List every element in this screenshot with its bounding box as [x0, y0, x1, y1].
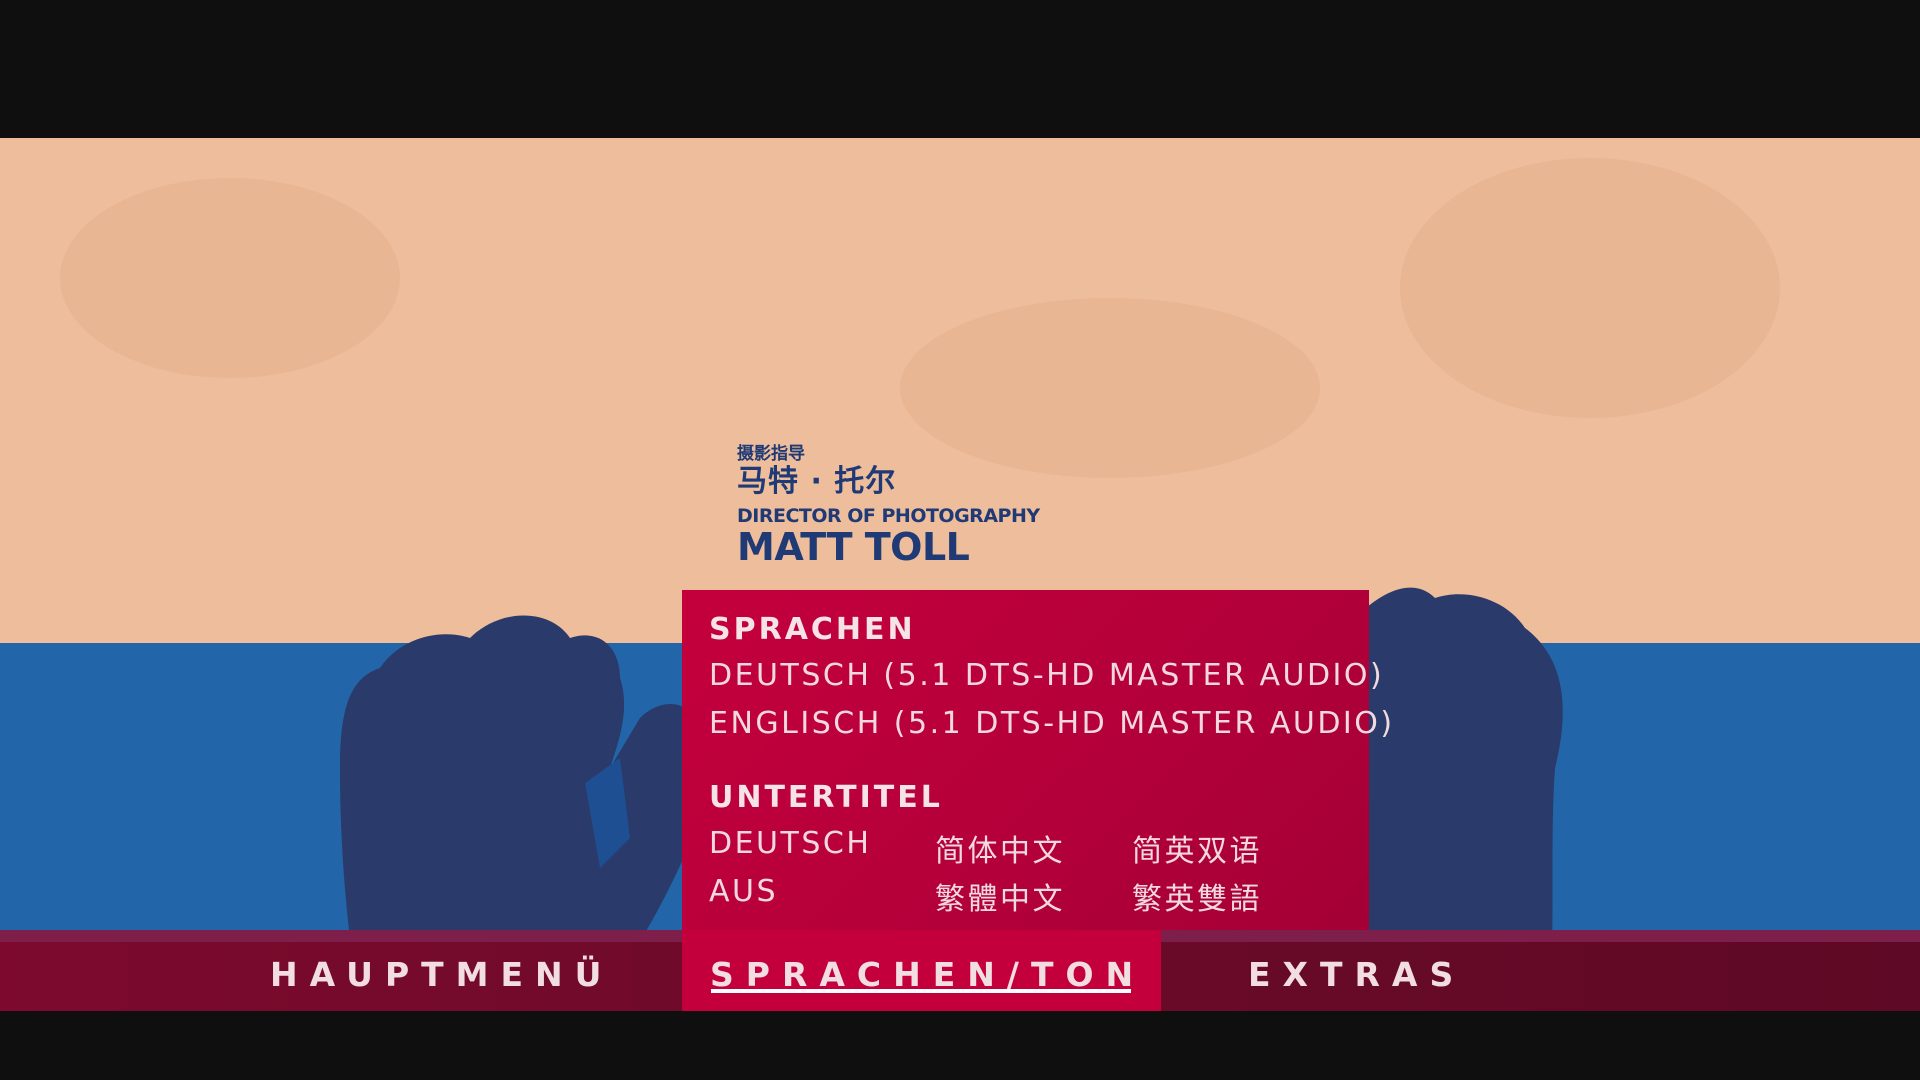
subtitle-option-traditional-chinese[interactable]: 繁體中文: [935, 874, 1065, 918]
audio-heading: SPRACHEN: [709, 612, 916, 647]
nav-extras[interactable]: EXTRAS: [1248, 955, 1465, 994]
credit-role-chinese: 摄影指导: [737, 444, 805, 464]
paper-texture: [60, 178, 400, 378]
nav-main-menu[interactable]: HAUPTMENÜ: [270, 955, 613, 994]
subtitle-option-simplified-chinese[interactable]: 简体中文: [935, 826, 1065, 870]
opening-credits: 摄影指导 马特 · 托尔 DIRECTOR OF PHOTOGRAPHY MAT…: [737, 444, 1040, 569]
subtitle-option-german[interactable]: DEUTSCH: [709, 826, 871, 861]
subtitle-option-off[interactable]: AUS: [709, 874, 778, 909]
credit-name-chinese: 马特 · 托尔: [737, 464, 897, 499]
paper-texture: [1400, 158, 1780, 418]
credit-role-english: DIRECTOR OF PHOTOGRAPHY: [737, 505, 1040, 527]
audio-option-english[interactable]: ENGLISCH (5.1 DTS-HD MASTER AUDIO): [709, 706, 1395, 741]
subtitle-heading: UNTERTITEL: [709, 780, 943, 815]
active-tab-underline: [711, 989, 1131, 993]
subtitle-option-simplified-bilingual[interactable]: 简英双语: [1132, 826, 1262, 870]
language-menu-panel: SPRACHEN DEUTSCH (5.1 DTS-HD MASTER AUDI…: [682, 590, 1392, 933]
credit-name-english: MATT TOLL: [737, 525, 970, 569]
subtitle-option-traditional-bilingual[interactable]: 繁英雙語: [1132, 874, 1262, 918]
audio-option-german[interactable]: DEUTSCH (5.1 DTS-HD MASTER AUDIO): [709, 658, 1384, 693]
